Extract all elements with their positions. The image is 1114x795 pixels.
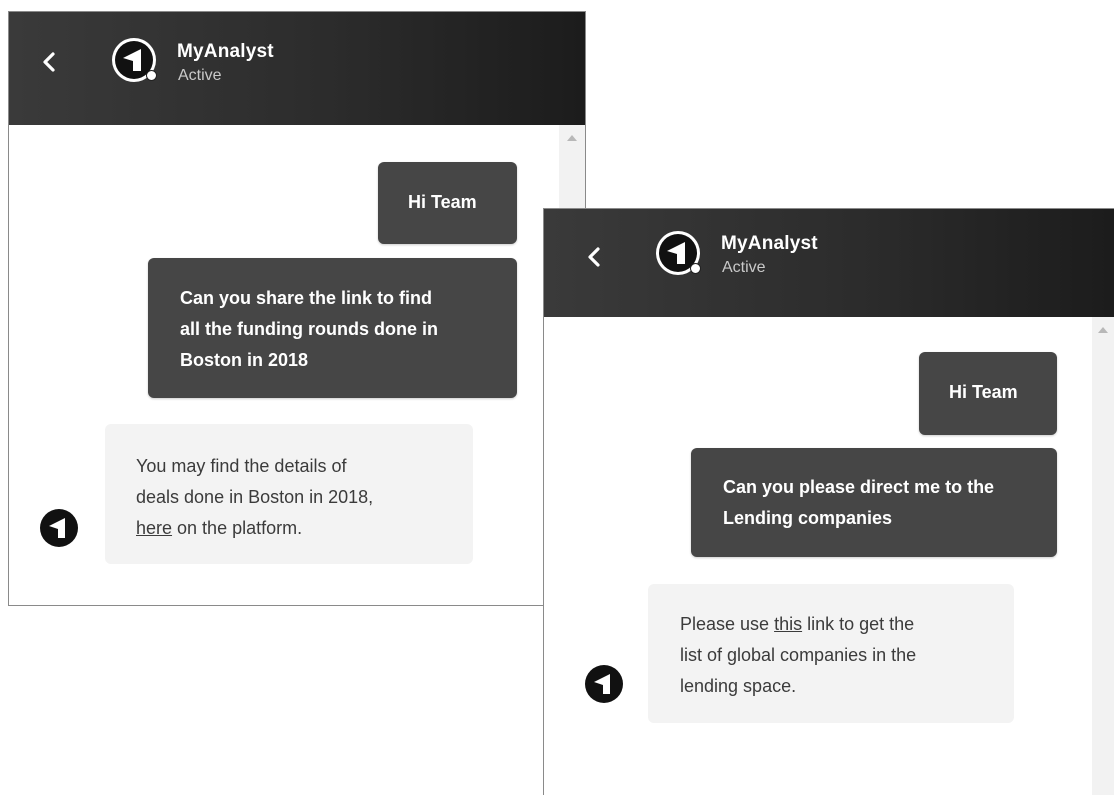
- scrollbar[interactable]: [1092, 317, 1114, 795]
- this-link[interactable]: this: [774, 614, 802, 634]
- online-dot-icon: [146, 70, 157, 81]
- message-line: Lending companies: [723, 508, 893, 528]
- chat-window-1: MyAnalyst Active Hi Team Can you share t…: [8, 11, 586, 606]
- back-button[interactable]: [580, 243, 608, 271]
- chat-window-2: MyAnalyst Active Hi Team Can you please …: [543, 208, 1114, 795]
- message-line: You may find the details of: [136, 456, 347, 476]
- chat-status: Active: [178, 67, 222, 84]
- outgoing-message: Can you share the link to find all the f…: [148, 258, 517, 398]
- message-text: link to get the: [802, 614, 915, 634]
- avatar: [654, 229, 702, 277]
- online-dot-icon: [690, 263, 701, 274]
- message-line: here on the platform.: [136, 513, 463, 544]
- bot-avatar: [584, 664, 624, 704]
- message-line: list of global companies in the: [680, 645, 917, 665]
- message-line: all the funding rounds done in: [180, 319, 438, 339]
- message-line: deals done in Boston in 2018,: [136, 487, 374, 507]
- chat-title: MyAnalyst: [721, 233, 818, 254]
- message-line: Please use this link to get the: [680, 609, 1004, 640]
- outgoing-message: Hi Team: [378, 162, 517, 244]
- chevron-left-icon: [588, 247, 600, 267]
- message-line: Can you share the link to find: [180, 288, 433, 308]
- message-line: Can you please direct me to the: [723, 477, 995, 497]
- message-line: Boston in 2018: [180, 350, 309, 370]
- back-button[interactable]: [35, 48, 63, 76]
- here-link[interactable]: here: [136, 518, 172, 538]
- chevron-left-icon: [43, 52, 55, 72]
- message-line: lending space.: [680, 676, 797, 696]
- chat-title: MyAnalyst: [177, 41, 274, 62]
- incoming-message: Please use this link to get the list of …: [648, 584, 1014, 723]
- outgoing-message: Can you please direct me to the Lending …: [691, 448, 1057, 557]
- chat-header: MyAnalyst Active: [544, 209, 1114, 317]
- message-text: on the platform.: [172, 518, 303, 538]
- chat-header: MyAnalyst Active: [9, 12, 585, 125]
- chat-status: Active: [722, 259, 766, 276]
- myanalyst-logo-icon: [585, 665, 623, 703]
- message-text: Please use: [680, 614, 775, 634]
- avatar: [110, 36, 158, 84]
- scroll-up-arrow-icon[interactable]: [1098, 327, 1108, 333]
- myanalyst-logo-icon: [40, 509, 78, 547]
- message-text: Hi Team: [408, 192, 477, 212]
- bot-avatar: [39, 508, 79, 548]
- incoming-message: You may find the details of deals done i…: [105, 424, 473, 564]
- scroll-up-arrow-icon[interactable]: [567, 135, 577, 141]
- message-text: Hi Team: [949, 382, 1018, 402]
- outgoing-message: Hi Team: [919, 352, 1057, 435]
